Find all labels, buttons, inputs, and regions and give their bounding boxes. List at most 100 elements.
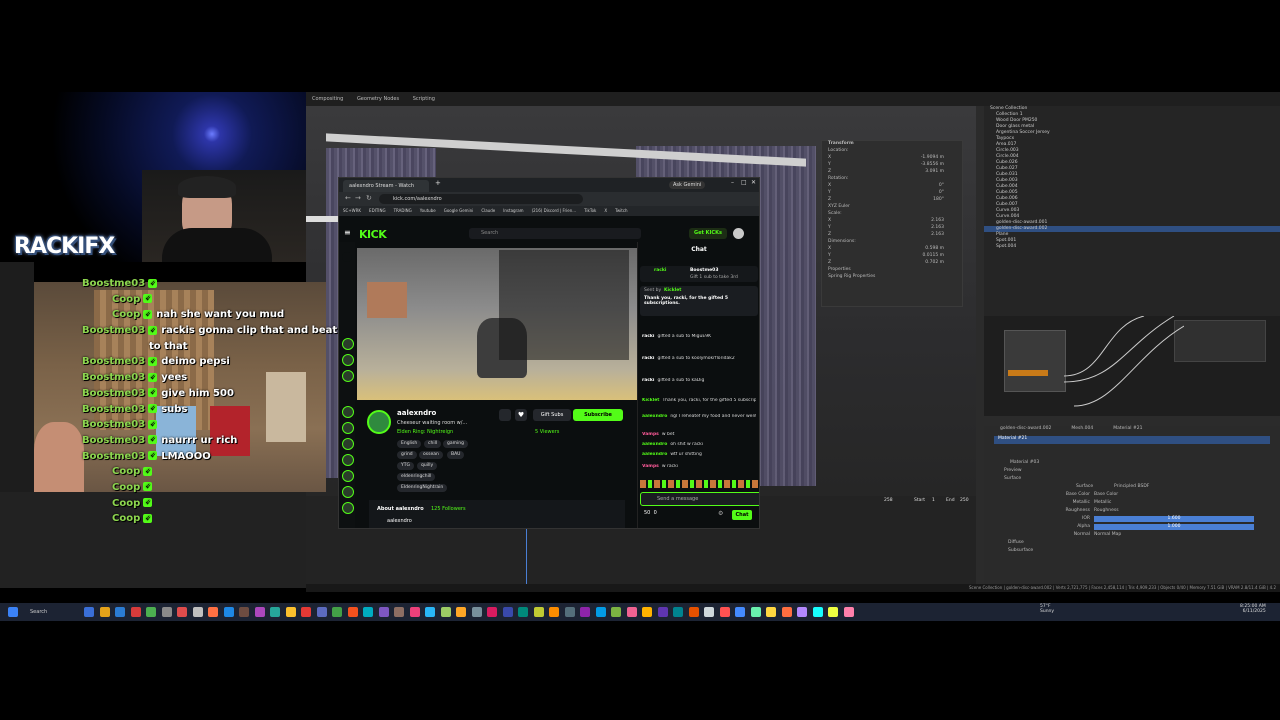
taskbar-app-icon[interactable]	[270, 607, 280, 617]
maximize-icon[interactable]: □	[741, 179, 747, 186]
chat-username[interactable]: racki	[642, 378, 654, 383]
taskbar-app-icon[interactable]	[797, 607, 807, 617]
forward-icon[interactable]: →	[355, 194, 361, 202]
kick-search-input[interactable]: Search	[469, 228, 641, 239]
followed-channel-4[interactable]	[342, 406, 354, 418]
stream-tag[interactable]: grind	[397, 451, 417, 459]
active-tool-panel[interactable]	[1174, 320, 1266, 362]
taskbar-app-icon[interactable]	[843, 607, 854, 617]
taskbar-app-icon[interactable]	[673, 607, 683, 617]
bookmark-item[interactable]: Instagram	[503, 208, 523, 213]
taskbar-app-icon[interactable]	[657, 607, 668, 617]
taskbar-app-icon[interactable]	[208, 607, 218, 617]
followed-channel-3[interactable]	[342, 370, 354, 382]
material-input-row[interactable]: IOR 1.600	[984, 516, 1280, 524]
taskbar-app-icon[interactable]	[130, 607, 141, 617]
taskbar-app-icon[interactable]	[177, 607, 187, 617]
followed-channel-9[interactable]	[342, 486, 354, 498]
followed-channel-8[interactable]	[342, 470, 354, 482]
stream-tag[interactable]: quilly	[417, 462, 438, 470]
kick-logo[interactable]: KICK	[359, 228, 387, 241]
location-x[interactable]: X -1.9094 m	[822, 155, 962, 162]
taskbar-app-icon[interactable]	[487, 607, 497, 617]
browser-window[interactable]: aalexndro Stream - Watch + Ask Gemini – …	[338, 177, 760, 529]
outliner-panel[interactable]: Scene Collection Collection 1 Wood Door P…	[984, 106, 1280, 316]
emote-icons[interactable]	[640, 480, 758, 488]
taskbar-app-icon[interactable]	[146, 607, 156, 617]
rotation-z[interactable]: Z 180°	[822, 197, 962, 204]
heart-icon[interactable]: ♥	[515, 409, 527, 421]
user-avatar[interactable]	[733, 228, 744, 239]
rotation-x[interactable]: X 0°	[822, 183, 962, 190]
stream-tag[interactable]: BAU	[447, 451, 465, 459]
followed-channel-10[interactable]	[342, 502, 354, 514]
taskbar-app-icon[interactable]	[471, 607, 482, 617]
properties-editor[interactable]: golden-disc-award.002 Mesh.004 Material #2…	[984, 426, 1280, 586]
bookmark-item[interactable]: Twitch	[615, 208, 627, 213]
material-input-row[interactable]: Alpha 1.000	[984, 524, 1280, 532]
stream-tag[interactable]: EldenringNightrain	[397, 484, 448, 492]
material-input-value[interactable]: Metallic	[1094, 500, 1254, 506]
taskbar-app-icon[interactable]	[285, 607, 296, 617]
settings-icon[interactable]: ⚙	[718, 510, 723, 517]
back-icon[interactable]: ←	[345, 194, 351, 202]
taskbar-app-icon[interactable]	[254, 607, 265, 617]
followed-channel-1[interactable]	[342, 338, 354, 350]
material-input-value[interactable]: Roughness	[1094, 508, 1254, 514]
stream-tag[interactable]: gaming	[443, 440, 468, 448]
start-frame[interactable]: 1	[932, 498, 935, 503]
bookmark-item[interactable]: X	[604, 208, 607, 213]
taskbar-app-icon[interactable]	[502, 607, 513, 617]
section-surface[interactable]: Surface	[984, 476, 1280, 484]
taskbar-app-icon[interactable]	[347, 607, 358, 617]
taskbar-app-icon[interactable]	[99, 607, 110, 617]
workspace-tab-scripting[interactable]: Scripting	[413, 96, 435, 102]
taskbar-app-icon[interactable]	[595, 607, 606, 617]
bookmark-item[interactable]: Claude	[481, 208, 495, 213]
taskbar-app-icon[interactable]	[719, 607, 730, 617]
pinned-user[interactable]: racki	[654, 268, 666, 273]
material-input-value[interactable]: 1.000	[1094, 524, 1254, 530]
reload-icon[interactable]: ↻	[366, 194, 372, 202]
system-clock[interactable]: 8:25:00 AM 6/11/2025	[1240, 604, 1266, 614]
stream-tag[interactable]: eldenringchill	[397, 473, 436, 481]
taskbar-app-icon[interactable]	[688, 607, 699, 617]
taskbar-app-icon[interactable]	[533, 607, 544, 617]
props-object[interactable]: golden-disc-award.002 Mesh.004 Material #2…	[984, 426, 1280, 434]
menu-icon[interactable]: ≡	[344, 228, 351, 237]
bell-icon[interactable]	[499, 409, 511, 421]
taskbar-app-icon[interactable]	[518, 607, 528, 617]
material-inputs[interactable]: Base Color Base Color Metallic Metallic Roug…	[984, 492, 1280, 540]
node-principled[interactable]	[1004, 330, 1066, 392]
ask-gemini-button[interactable]: Ask Gemini	[669, 181, 706, 189]
followed-channel-5[interactable]	[342, 422, 354, 434]
spring-section[interactable]: Spring Rig Properties	[822, 274, 962, 281]
close-icon[interactable]: ✕	[751, 179, 756, 186]
taskbar-app-icon[interactable]	[394, 607, 404, 617]
streamer-name[interactable]: aalexndro	[397, 409, 436, 417]
section-diffuse[interactable]: Diffuse	[984, 540, 1280, 548]
scale-y[interactable]: Y 2.163	[822, 225, 962, 232]
stream-tag[interactable]: chill	[424, 440, 442, 448]
end-frame[interactable]: 250	[960, 498, 969, 503]
dimensions-z[interactable]: Z 0.702 m	[822, 260, 962, 267]
material-input-row[interactable]: Metallic Metallic	[984, 500, 1280, 508]
taskbar-app-icon[interactable]	[84, 607, 94, 617]
rotation-mode[interactable]: XYZ Euler	[822, 204, 962, 211]
section-preview[interactable]: Preview	[984, 468, 1280, 476]
followed-channel-7[interactable]	[342, 454, 354, 466]
stream-tag[interactable]: English	[397, 440, 422, 448]
taskbar-app-icon[interactable]	[316, 607, 327, 617]
taskbar-app-icon[interactable]	[456, 607, 466, 617]
properties-section[interactable]: Properties	[822, 267, 962, 274]
stream-tag[interactable]: YTG	[397, 462, 414, 470]
dimensions-x[interactable]: X 0.598 m	[822, 246, 962, 253]
streamer-avatar[interactable]	[367, 410, 391, 434]
taskbar-app-icon[interactable]	[611, 607, 621, 617]
taskbar-app-icon[interactable]	[425, 607, 435, 617]
material-input-value[interactable]: 1.600	[1094, 516, 1254, 522]
taskbar-app-icon[interactable]	[378, 607, 389, 617]
material-input-value[interactable]: Base Color	[1094, 492, 1254, 498]
scale-x[interactable]: X 2.163	[822, 218, 962, 225]
taskbar-app-icon[interactable]	[332, 607, 342, 617]
